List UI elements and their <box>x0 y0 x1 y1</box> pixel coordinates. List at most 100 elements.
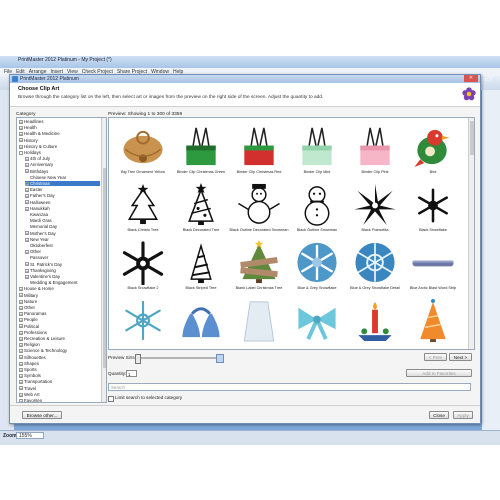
category-item[interactable]: + Web Art <box>19 392 100 398</box>
category-item[interactable]: + Easter <box>25 187 100 193</box>
expand-toggle-icon[interactable]: + <box>25 188 29 193</box>
clip-art-tile[interactable]: Blank Label Christmas Tree <box>233 238 285 295</box>
clip-art-tile[interactable]: Black Striped Tree <box>175 238 227 295</box>
apply-button[interactable]: Apply <box>453 411 473 419</box>
expand-toggle-icon[interactable]: + <box>25 163 29 168</box>
category-item[interactable]: + History <box>19 138 100 143</box>
category-item[interactable]: + People <box>19 317 100 323</box>
prev-button[interactable]: < Prev <box>424 353 447 361</box>
clip-art-tile[interactable] <box>291 296 343 349</box>
category-item[interactable]: + Shapes <box>19 361 100 367</box>
expand-toggle-icon[interactable]: + <box>19 361 23 367</box>
category-item[interactable]: + Headlines <box>19 119 100 125</box>
clip-art-tile[interactable]: Binder Clip Pink <box>349 122 401 179</box>
category-item[interactable]: + Christmas <box>25 181 100 187</box>
category-item[interactable]: + Favorites <box>19 398 100 402</box>
category-item[interactable]: + Travel <box>19 386 100 391</box>
category-item[interactable]: +4th of July <box>25 156 100 162</box>
clip-art-tile[interactable]: Blue & Grey Snowflake <box>291 238 343 295</box>
preview-size-slider[interactable] <box>130 357 222 359</box>
category-item[interactable]: + Political <box>19 324 100 329</box>
clip-art-tile[interactable] <box>407 296 459 349</box>
category-item[interactable]: Oktoberfest <box>25 243 100 248</box>
expand-toggle-icon[interactable]: + <box>19 119 23 125</box>
category-list[interactable]: + Headlines + Health + Health & Medicine + Hist… <box>16 117 107 403</box>
category-item[interactable]: + Valentine's Day <box>25 274 100 280</box>
clip-art-tile[interactable] <box>233 296 285 349</box>
expand-toggle-icon[interactable]: + <box>25 157 29 162</box>
expand-toggle-icon[interactable]: + <box>19 318 23 323</box>
category-item[interactable]: + Religion <box>19 342 100 348</box>
category-item[interactable]: + Sports <box>19 367 100 373</box>
clip-art-tile[interactable]: Bird <box>407 122 459 179</box>
expand-toggle-icon[interactable]: + <box>19 126 23 131</box>
expand-toggle-icon[interactable]: + <box>19 392 23 398</box>
clip-art-tile[interactable]: Black Decorated Tree <box>175 180 227 237</box>
expand-toggle-icon[interactable]: + <box>19 343 23 348</box>
expand-toggle-icon[interactable]: + <box>19 132 23 137</box>
expand-toggle-icon[interactable]: + <box>25 206 29 212</box>
category-scrollbar[interactable] <box>101 118 106 402</box>
preview-scrollbar[interactable] <box>468 118 474 349</box>
category-item[interactable]: + Professions <box>19 330 100 336</box>
clip-art-tile[interactable]: Binder Clip Christmas Red <box>233 122 285 179</box>
category-item[interactable]: + St. Patrick's Day <box>25 262 100 267</box>
category-item[interactable]: + Science & Technology <box>19 348 100 354</box>
clip-art-tile[interactable] <box>117 296 169 349</box>
category-item[interactable]: + Mother's Day <box>25 231 100 236</box>
expand-toggle-icon[interactable]: + <box>25 274 29 280</box>
clip-art-tile[interactable]: Binder Clip Mint <box>291 122 343 179</box>
expand-toggle-icon[interactable]: + <box>19 349 23 354</box>
expand-toggle-icon[interactable]: + <box>19 374 23 379</box>
search-input[interactable]: Search <box>108 383 471 391</box>
category-item[interactable]: + Anniversary <box>25 162 100 168</box>
expand-toggle-icon[interactable]: + <box>19 324 23 329</box>
category-item[interactable]: + New Year <box>25 237 100 243</box>
clip-art-tile[interactable]: Black Outline Snowman <box>291 180 343 237</box>
expand-toggle-icon[interactable]: + <box>19 355 23 360</box>
category-item[interactable]: + Recreation & Leisure <box>19 336 100 342</box>
expand-toggle-icon[interactable]: + <box>19 299 23 305</box>
expand-toggle-icon[interactable]: + <box>25 194 29 199</box>
browse-other-button[interactable]: Browse other... <box>22 411 62 419</box>
expand-toggle-icon[interactable]: + <box>19 287 23 292</box>
category-item[interactable]: + Nature <box>19 299 100 305</box>
expand-toggle-icon[interactable]: + <box>19 398 23 402</box>
next-button[interactable]: Next > <box>449 353 472 361</box>
clip-art-tile[interactable]: Black Poinsettia <box>349 180 401 237</box>
expand-toggle-icon[interactable]: + <box>19 312 23 317</box>
expand-toggle-icon[interactable]: + <box>25 181 29 187</box>
expand-toggle-icon[interactable]: + <box>25 200 29 205</box>
category-item[interactable]: + Hanukkah <box>25 206 100 212</box>
clip-art-tile[interactable] <box>349 296 401 349</box>
category-scroll-thumb[interactable] <box>102 168 106 368</box>
expand-toggle-icon[interactable]: + <box>19 305 23 311</box>
category-item[interactable]: Mardi Gras <box>25 218 100 223</box>
expand-toggle-icon[interactable]: + <box>19 367 23 373</box>
clip-art-tile[interactable]: Black Snowflake 2 <box>117 238 169 295</box>
category-item[interactable]: Passover <box>25 255 100 260</box>
expand-toggle-icon[interactable]: - <box>19 150 23 156</box>
clip-art-tile[interactable] <box>175 296 227 349</box>
expand-toggle-icon[interactable]: + <box>19 144 23 150</box>
category-item[interactable]: - Holidays <box>19 150 100 156</box>
clip-art-tile[interactable]: Black Outline Decorated Snowman <box>230 180 288 237</box>
preview-size-slider-knob[interactable] <box>135 354 141 364</box>
expand-toggle-icon[interactable]: + <box>19 138 23 143</box>
category-item[interactable]: Kwanzaa <box>25 212 100 217</box>
category-item[interactable]: + Other <box>25 249 100 255</box>
category-item[interactable]: + Health & Medicine <box>19 131 100 137</box>
expand-toggle-icon[interactable]: + <box>19 330 23 336</box>
category-item[interactable]: + Health <box>19 125 100 131</box>
expand-toggle-icon[interactable]: + <box>19 380 23 385</box>
category-item[interactable]: Wedding & Engagement <box>25 280 100 285</box>
category-item[interactable]: + Thanksgiving <box>25 268 100 274</box>
quantity-stepper[interactable]: 1 <box>126 370 137 377</box>
category-item[interactable]: + Panoramas <box>19 311 100 317</box>
expand-toggle-icon[interactable]: + <box>19 336 23 342</box>
clip-art-tile[interactable]: Black Snowflake <box>407 180 459 237</box>
limit-search-checkbox[interactable] <box>108 396 114 402</box>
expand-toggle-icon[interactable]: + <box>25 169 29 174</box>
category-item[interactable]: + Birthdays <box>25 169 100 174</box>
category-item[interactable]: Memorial Day <box>25 224 100 229</box>
